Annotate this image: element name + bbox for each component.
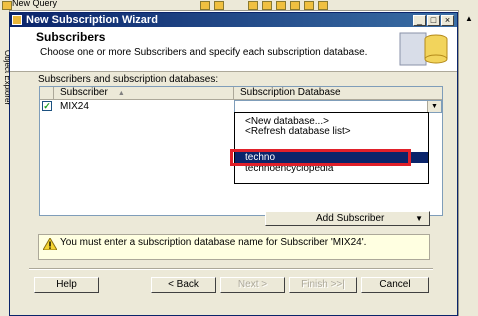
new-subscription-wizard-dialog: New Subscription Wizard _ □ × Subscriber… bbox=[9, 12, 458, 316]
scroll-up-icon[interactable]: ▲ bbox=[463, 14, 475, 24]
new-query-button[interactable]: New Query bbox=[12, 0, 57, 8]
subscriber-name: MIX24 bbox=[60, 101, 89, 112]
grid-header: Subscriber ▲ Subscription Database bbox=[40, 87, 442, 100]
database-dropdown-list[interactable]: <New database...> <Refresh database list… bbox=[234, 112, 429, 184]
subscribers-section-label: Subscribers and subscription databases: bbox=[38, 74, 219, 85]
toolbar-icon[interactable] bbox=[248, 1, 258, 10]
toolbar-icon[interactable] bbox=[318, 1, 328, 10]
toolbar-icon[interactable] bbox=[262, 1, 272, 10]
host-toolbar: New Query bbox=[0, 0, 478, 11]
help-button[interactable]: Help bbox=[34, 277, 99, 293]
subscriber-checkbox[interactable]: ✓ bbox=[42, 101, 52, 111]
title-bar[interactable]: New Subscription Wizard _ □ × bbox=[10, 13, 457, 27]
button-divider bbox=[29, 268, 433, 270]
warning-text: You must enter a subscription database n… bbox=[60, 237, 367, 248]
finish-button[interactable]: Finish >>| bbox=[289, 277, 357, 293]
maximize-button[interactable]: □ bbox=[427, 15, 440, 26]
wizard-app-icon bbox=[12, 15, 22, 25]
minimize-button[interactable]: _ bbox=[413, 15, 426, 26]
page-title: Subscribers bbox=[36, 30, 106, 44]
toolbar-icon[interactable] bbox=[290, 1, 300, 10]
column-header-subscriber[interactable]: Subscriber ▲ bbox=[54, 87, 234, 99]
toolbar-icon[interactable] bbox=[304, 1, 314, 10]
wizard-header: Subscribers Choose one or more Subscribe… bbox=[10, 27, 457, 72]
warning-icon bbox=[43, 238, 57, 250]
annotation-highlight-box bbox=[230, 149, 411, 166]
cancel-button[interactable]: Cancel bbox=[361, 277, 429, 293]
dropdown-option-refresh-list[interactable]: <Refresh database list> bbox=[245, 126, 351, 137]
new-query-icon[interactable] bbox=[2, 1, 12, 10]
chevron-down-icon[interactable]: ▼ bbox=[427, 101, 441, 112]
close-button[interactable]: × bbox=[441, 15, 454, 26]
toolbar-icon[interactable] bbox=[214, 1, 224, 10]
database-banner-icon bbox=[399, 32, 448, 66]
add-subscriber-label: Add Subscriber bbox=[316, 213, 385, 224]
add-subscriber-button[interactable]: Add Subscriber ▼ bbox=[265, 211, 430, 226]
next-button[interactable]: Next > bbox=[220, 277, 285, 293]
window-title: New Subscription Wizard bbox=[26, 14, 158, 26]
page-subtitle: Choose one or more Subscribers and speci… bbox=[40, 47, 368, 58]
dropdown-arrow-icon[interactable]: ▼ bbox=[415, 212, 423, 225]
grid-header-check bbox=[40, 87, 54, 99]
back-button[interactable]: < Back bbox=[151, 277, 216, 293]
validation-message: You must enter a subscription database n… bbox=[38, 234, 430, 260]
sort-ascending-icon: ▲ bbox=[117, 90, 125, 97]
toolbar-icon[interactable] bbox=[200, 1, 210, 10]
toolbar-icon[interactable] bbox=[276, 1, 286, 10]
host-scrollbar[interactable]: ▲ bbox=[458, 10, 478, 316]
column-header-subscription-database[interactable]: Subscription Database bbox=[234, 87, 442, 99]
column-header-subscriber-label: Subscriber bbox=[60, 87, 108, 98]
